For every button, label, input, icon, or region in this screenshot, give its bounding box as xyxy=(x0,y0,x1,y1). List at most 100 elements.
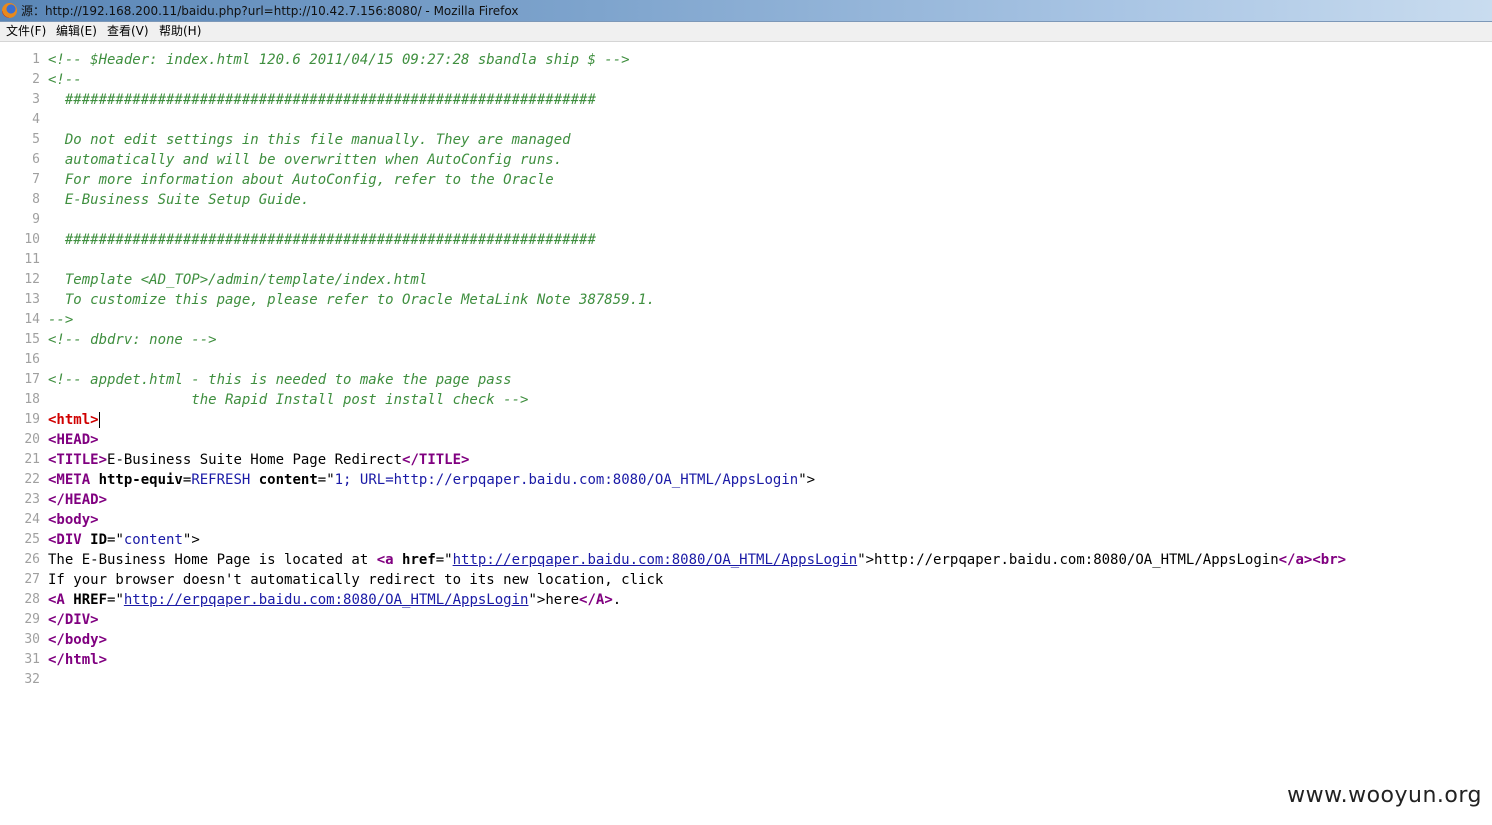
source-line: 17 <!-- appdet.html - this is needed to m… xyxy=(0,370,1492,390)
code-token: </A> xyxy=(579,592,613,608)
source-line: 15 <!-- dbdrv: none --> xyxy=(0,330,1492,350)
line-code: <!-- appdet.html - this is needed to mak… xyxy=(48,370,512,390)
code-token: E-Business Suite Setup Guide. xyxy=(48,192,310,208)
code-token: To customize this page, please refer to … xyxy=(48,292,655,308)
source-line: 21 <TITLE>E-Business Suite Home Page Redi… xyxy=(0,450,1492,470)
window-title: 源：http://192.168.200.11/baidu.php?url=ht… xyxy=(21,4,519,18)
code-token: ID xyxy=(90,532,108,548)
line-code: Do not edit settings in this file manual… xyxy=(48,130,571,150)
code-token: http-equiv xyxy=(98,472,183,488)
line-number: 10 xyxy=(24,232,40,247)
source-line: 18 the Rapid Install post install check … xyxy=(0,390,1492,410)
line-number: 7 xyxy=(32,172,40,187)
line-number: 9 xyxy=(32,212,40,227)
code-token: Do not edit settings in this file manual… xyxy=(48,132,571,148)
line-code: ########################################… xyxy=(48,230,596,250)
line-number: 16 xyxy=(24,352,40,367)
code-token: REFRESH xyxy=(191,472,251,488)
source-line: 13 To customize this page, please refer … xyxy=(0,290,1492,310)
line-number: 19 xyxy=(24,412,40,427)
line-code: <DIV ID="content"> xyxy=(48,530,200,550)
code-token: The E-Business Home Page is located at xyxy=(48,552,377,568)
code-token: http://erpqaper.baidu.com:8080/OA_HTML/A… xyxy=(874,552,1279,568)
code-token: the Rapid Install post install check --> xyxy=(48,392,529,408)
line-number: 26 xyxy=(24,552,40,567)
code-token: <!-- appdet.html - this is needed to mak… xyxy=(48,372,512,388)
line-code: If your browser doesn't automatically re… xyxy=(48,570,663,590)
source-line: 5 Do not edit settings in this file manu… xyxy=(0,130,1492,150)
source-line: 4 xyxy=(0,110,1492,130)
line-number: 22 xyxy=(24,472,40,487)
line-number: 20 xyxy=(24,432,40,447)
code-token: . xyxy=(612,592,622,608)
menu-view[interactable]: 查看(V) xyxy=(107,22,149,41)
line-number: 17 xyxy=(24,372,40,387)
line-number: 24 xyxy=(24,512,40,527)
code-token: <A xyxy=(48,592,74,608)
line-code: the Rapid Install post install check --> xyxy=(48,390,528,410)
code-token: </TITLE> xyxy=(402,452,470,468)
menu-help[interactable]: 帮助(H) xyxy=(159,22,201,41)
code-token: "> xyxy=(798,472,816,488)
code-token: </body> xyxy=(48,632,108,648)
line-code: <!-- xyxy=(48,70,82,90)
code-token: E-Business Suite Home Page Redirect xyxy=(107,452,403,468)
line-code: <!-- $Header: index.html 120.6 2011/04/1… xyxy=(48,50,630,70)
code-token: <!-- dbdrv: none --> xyxy=(48,332,217,348)
window-titlebar: 源：http://192.168.200.11/baidu.php?url=ht… xyxy=(0,0,1492,22)
line-number: 15 xyxy=(24,332,40,347)
line-number: 30 xyxy=(24,632,40,647)
source-line: 3 ######################################… xyxy=(0,90,1492,110)
source-link[interactable]: http://erpqaper.baidu.com:8080/OA_HTML/A… xyxy=(453,552,858,568)
source-line: 10 #####################################… xyxy=(0,230,1492,250)
menu-edit[interactable]: 编辑(E) xyxy=(56,22,97,41)
line-number: 27 xyxy=(24,572,40,587)
code-token: content xyxy=(250,472,318,488)
code-token: =" xyxy=(107,592,124,608)
code-token: =" xyxy=(107,532,124,548)
line-number: 25 xyxy=(24,532,40,547)
code-token: here xyxy=(545,592,580,608)
line-code: <body> xyxy=(48,510,99,530)
source-line: 24 <body> xyxy=(0,510,1492,530)
line-code: Template <AD_TOP>/admin/template/index.h… xyxy=(48,270,427,290)
source-line: 11 xyxy=(0,250,1492,270)
code-token: </a> xyxy=(1278,552,1313,568)
line-code: <TITLE>E-Business Suite Home Page Redire… xyxy=(48,450,469,470)
line-code: <META http-equiv=REFRESH content="1; URL… xyxy=(48,470,815,490)
line-code: <A HREF="http://erpqaper.baidu.com:8080/… xyxy=(48,590,621,610)
source-line: 2 <!-- xyxy=(0,70,1492,90)
line-number: 8 xyxy=(32,192,40,207)
menu-file[interactable]: 文件(F) xyxy=(6,22,46,41)
line-number: 2 xyxy=(32,72,40,87)
line-number: 21 xyxy=(24,452,40,467)
watermark: www.wooyun.org xyxy=(1287,783,1482,808)
source-line: 25 <DIV ID="content"> xyxy=(0,530,1492,550)
code-token: <META xyxy=(48,472,99,488)
code-token: </html> xyxy=(48,652,108,668)
source-line: 7 For more information about AutoConfig,… xyxy=(0,170,1492,190)
code-token: =" xyxy=(435,552,453,568)
line-code: automatically and will be overwritten wh… xyxy=(48,150,562,170)
line-number: 32 xyxy=(24,672,40,687)
line-number: 6 xyxy=(32,152,40,167)
source-link[interactable]: http://erpqaper.baidu.com:8080/OA_HTML/A… xyxy=(124,592,529,608)
line-code: </HEAD> xyxy=(48,490,107,510)
source-line: 23 </HEAD> xyxy=(0,490,1492,510)
line-number: 29 xyxy=(24,612,40,627)
code-token: </HEAD> xyxy=(48,492,108,508)
line-number: 28 xyxy=(24,592,40,607)
text-caret xyxy=(98,412,100,428)
line-number: 12 xyxy=(24,272,40,287)
line-code: </body> xyxy=(48,630,107,650)
source-line: 29 </DIV> xyxy=(0,610,1492,630)
menu-bar: 文件(F) 编辑(E) 查看(V) 帮助(H) xyxy=(0,22,1492,42)
code-token: <html> xyxy=(48,412,99,428)
source-line: 30 </body> xyxy=(0,630,1492,650)
line-number: 13 xyxy=(24,292,40,307)
code-token: HREF xyxy=(73,592,108,608)
line-code: E-Business Suite Setup Guide. xyxy=(48,190,309,210)
code-token: <a xyxy=(376,552,403,568)
source-line: 12 Template <AD_TOP>/admin/template/inde… xyxy=(0,270,1492,290)
source-viewer[interactable]: 1 <!-- $Header: index.html 120.6 2011/04/… xyxy=(0,50,1492,690)
